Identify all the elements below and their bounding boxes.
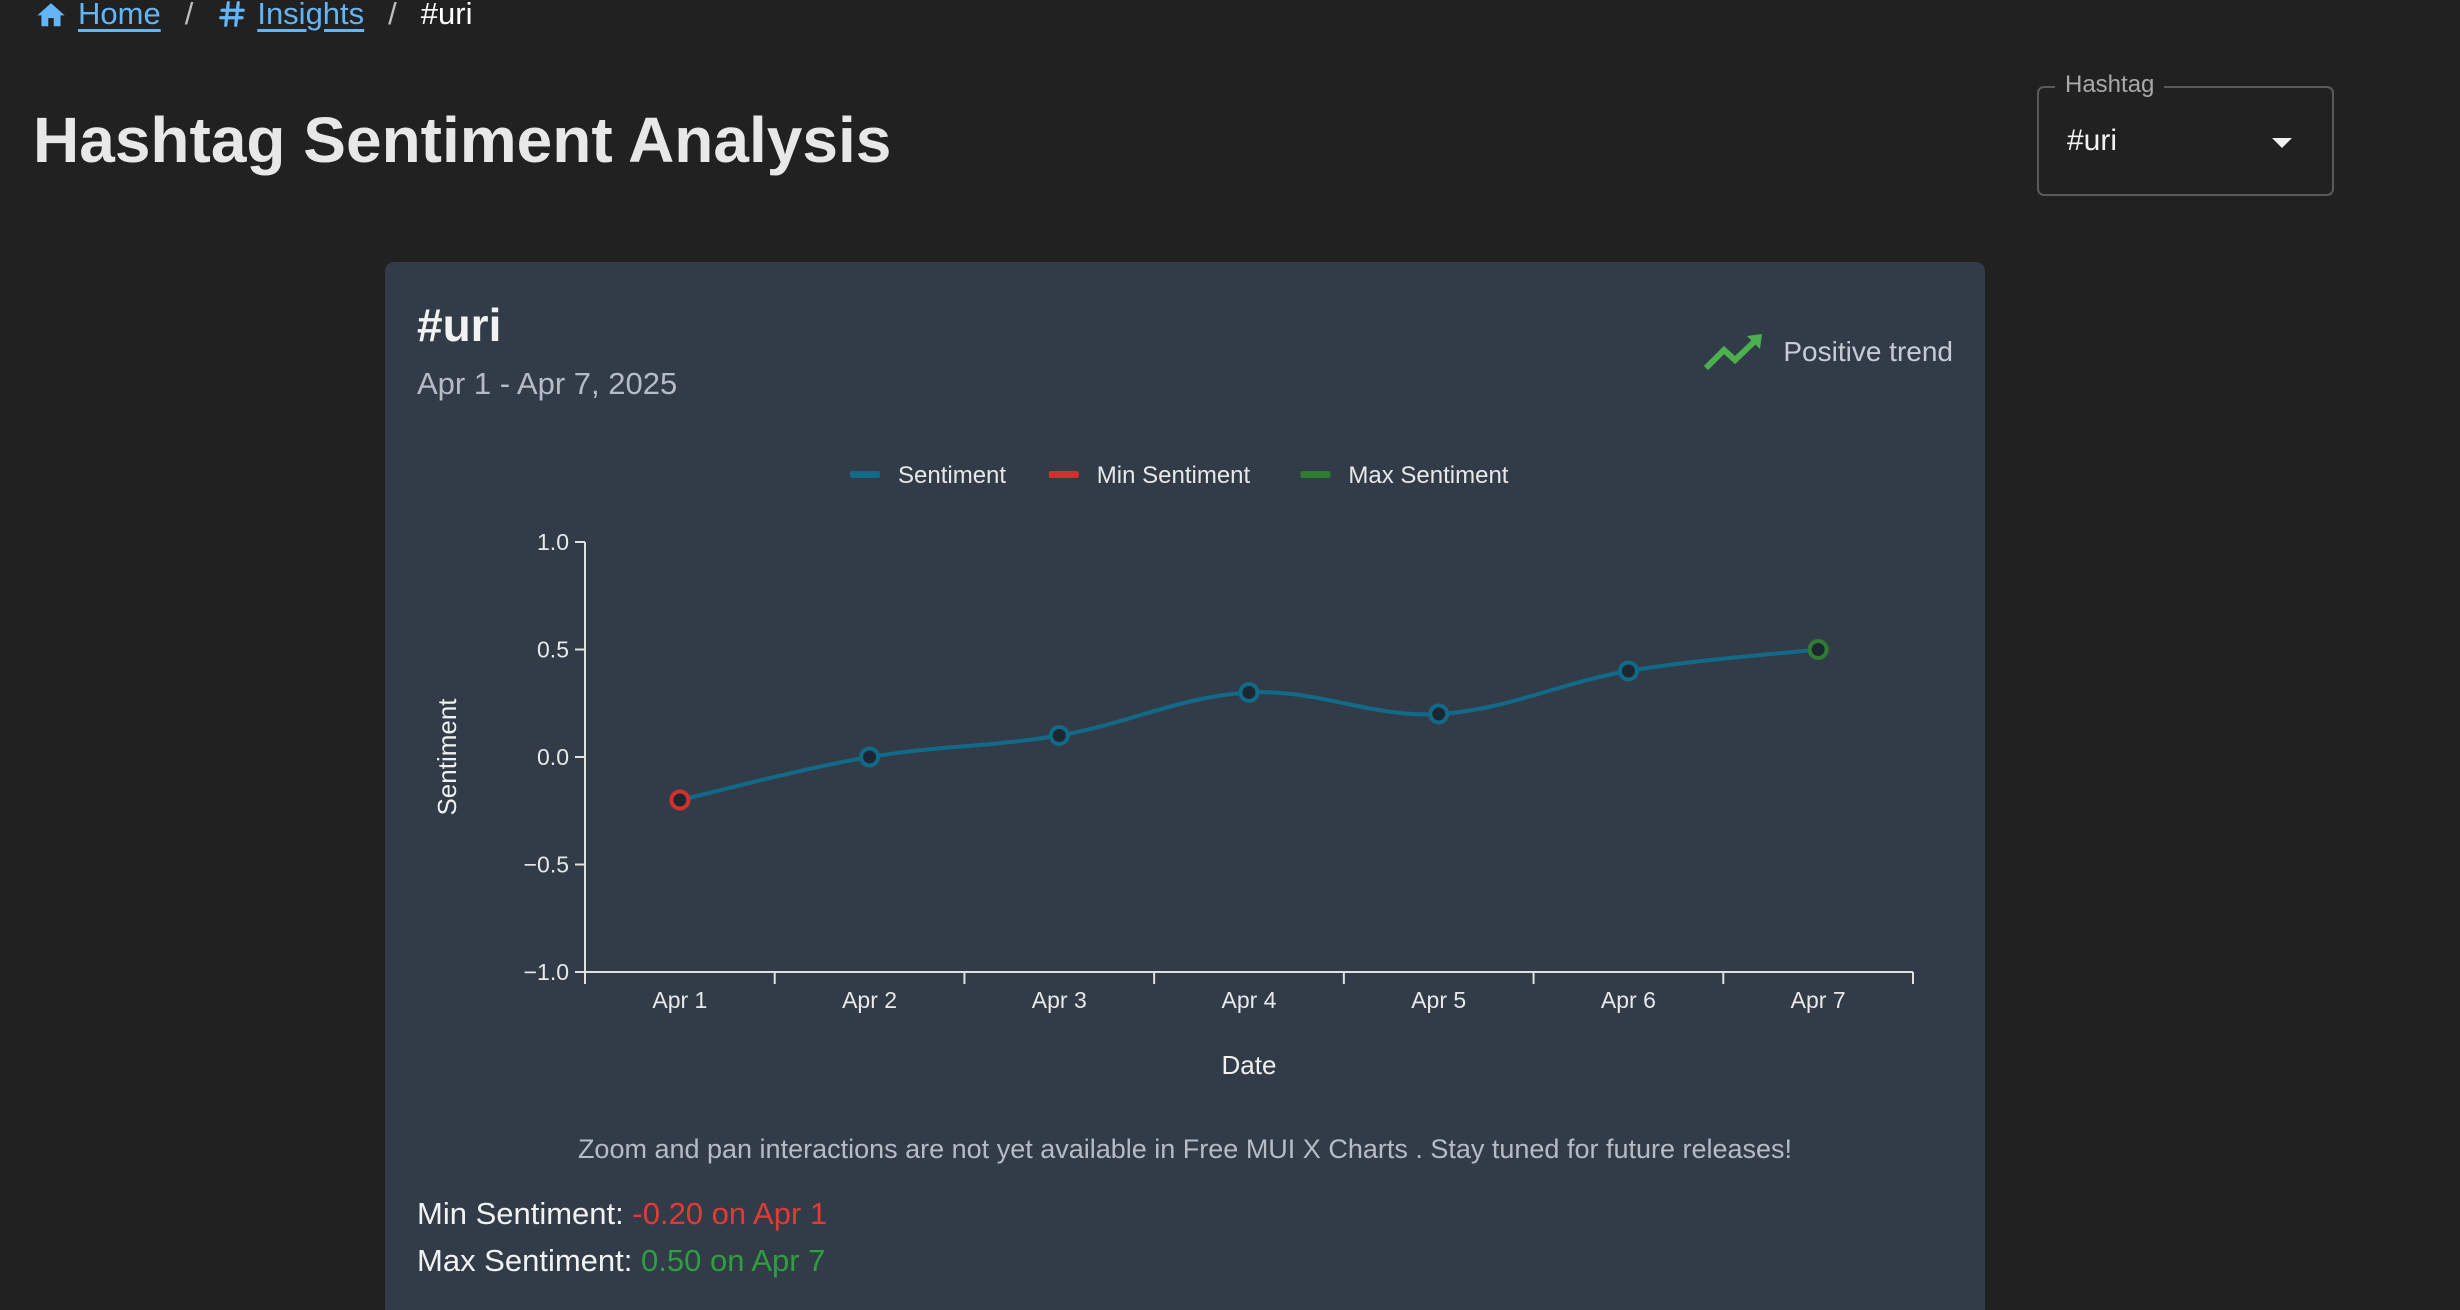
y-tick-label-4: −1.0: [524, 959, 569, 985]
y-tick-label-3: −0.5: [524, 852, 569, 878]
y-tick-label-1: 0.5: [537, 637, 569, 663]
min-sentiment-point: [669, 789, 691, 811]
y-tick-label-2: 0.0: [537, 744, 569, 770]
hashtag-icon: [219, 1, 246, 27]
breadcrumb-home-link[interactable]: Home: [34, 0, 161, 32]
home-icon: [37, 3, 65, 27]
breadcrumb-home-label: Home: [78, 0, 161, 31]
sentiment-point-2: [1048, 725, 1070, 746]
x-tick-label-5: Apr 6: [1601, 987, 1656, 1013]
chart-note: Zoom and pan interactions are not yet av…: [577, 1134, 1793, 1164]
legend-label-0: Sentiment: [898, 462, 1006, 489]
sentiment-card: #uri Apr 1 - Apr 7, 2025 Positive trend …: [385, 262, 1985, 1310]
breadcrumb-insights-label: Insights: [257, 0, 365, 31]
max-sentiment-label: Max Sentiment:: [417, 1243, 633, 1278]
y-axis-title: Sentiment: [432, 698, 462, 816]
legend-swatch-1: [1048, 471, 1079, 478]
max-sentiment-stat: Max Sentiment: 0.50 on Apr 7: [417, 1243, 825, 1279]
page: Home / Insights / #uri Hashtag Sentiment…: [0, 0, 2460, 1310]
breadcrumb-current: #uri: [420, 0, 473, 31]
legend-label-1: Min Sentiment: [1097, 462, 1251, 489]
sentiment-point-5: [1617, 660, 1639, 682]
max-sentiment-point: [1807, 639, 1829, 660]
legend-swatch-0: [850, 471, 880, 478]
caret-down-icon[interactable]: [2272, 138, 2292, 148]
x-tick-label-1: Apr 2: [842, 987, 897, 1013]
page-title: Hashtag Sentiment Analysis: [33, 104, 892, 176]
x-tick-label-6: Apr 7: [1791, 987, 1846, 1013]
sentiment-point-3: [1238, 682, 1260, 703]
breadcrumb-insights-link[interactable]: Insights: [217, 0, 364, 32]
chart-svg: Sentiment Min Sentiment Max Sentiment 1.0 0.…: [432, 462, 1914, 1080]
x-tick-label-4: Apr 5: [1411, 987, 1466, 1013]
x-tick-label-0: Apr 1: [652, 987, 707, 1013]
y-tick-label-0: 1.0: [537, 529, 569, 555]
legend-swatch-2: [1300, 471, 1331, 478]
x-axis-title: Date: [1222, 1050, 1277, 1080]
sentiment-chart: Sentiment Min Sentiment Max Sentiment 1.0 0.…: [385, 262, 1985, 1127]
breadcrumb-separator: /: [388, 0, 397, 31]
hashtag-select-label: Hashtag: [2055, 71, 2165, 99]
x-tick-label-2: Apr 3: [1032, 987, 1087, 1013]
min-sentiment-value: -0.20 on Apr 1: [632, 1196, 828, 1231]
breadcrumb-separator: /: [184, 0, 194, 31]
min-sentiment-label: Min Sentiment:: [417, 1196, 624, 1231]
min-sentiment-stat: Min Sentiment: -0.20 on Apr 1: [417, 1196, 827, 1232]
sentiment-line: [679, 647, 1819, 802]
sentiment-point-1: [859, 746, 881, 768]
sentiment-point-4: [1428, 703, 1450, 725]
hashtag-select[interactable]: Hashtag #uri: [2037, 71, 2334, 196]
hashtag-select-value: #uri: [2067, 124, 2118, 157]
breadcrumb: Home / Insights / #uri: [34, 0, 473, 32]
max-sentiment-value: 0.50 on Apr 7: [641, 1243, 826, 1278]
legend-label-2: Max Sentiment: [1348, 462, 1508, 489]
x-tick-label-3: Apr 4: [1222, 987, 1277, 1013]
